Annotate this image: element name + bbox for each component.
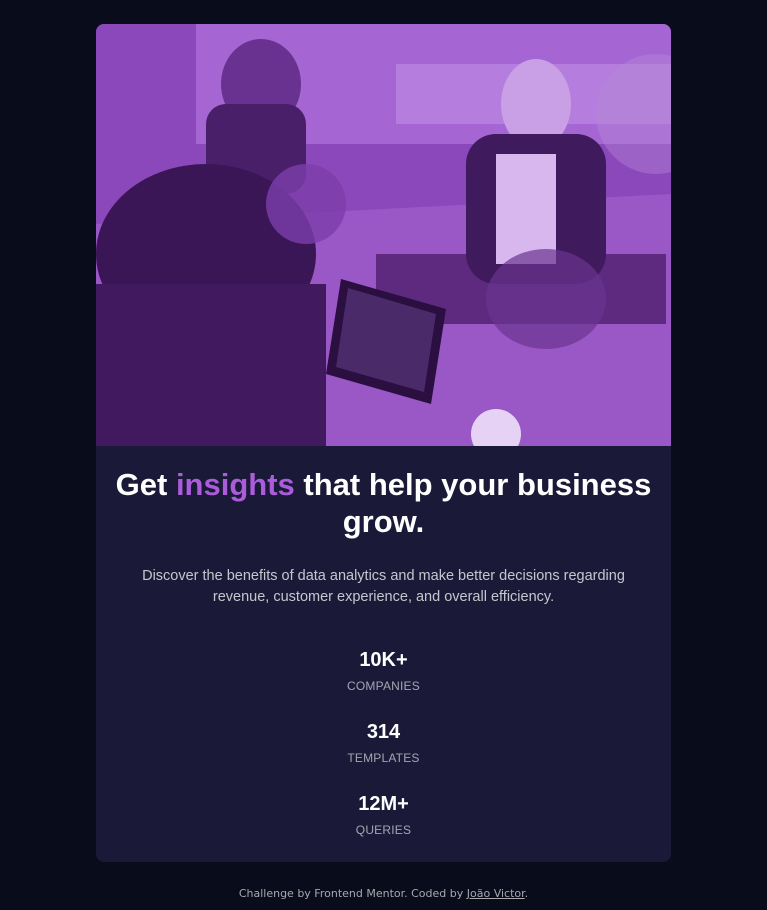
stat-label: COMPANIES bbox=[347, 679, 420, 693]
description: Discover the benefits of data analytics … bbox=[142, 568, 625, 605]
attribution: Challenge by Frontend Mentor. Coded by J… bbox=[0, 887, 767, 900]
stat-label: QUERIES bbox=[355, 823, 412, 837]
headline: Get insights that help your business gro… bbox=[96, 446, 671, 540]
hero-image bbox=[96, 24, 671, 446]
attribution-text: Challenge by Frontend Mentor. Coded by bbox=[238, 887, 467, 900]
stat-value: 10K+ bbox=[359, 649, 408, 671]
attribution-end: . bbox=[524, 887, 529, 900]
stat-companies: 10K+ COMPANIES bbox=[96, 648, 671, 720]
office-photo-illustration bbox=[96, 24, 671, 446]
headline-start: Get bbox=[115, 467, 176, 502]
card-content: Get insights that help your business gro… bbox=[96, 446, 671, 862]
stat-queries: 12M+ QUERIES bbox=[96, 792, 671, 862]
stat-label: TEMPLATES bbox=[347, 751, 420, 765]
stats-preview-card: Get insights that help your business gro… bbox=[96, 24, 671, 862]
headline-accent: insights bbox=[175, 467, 295, 502]
stats-list: 10K+ COMPANIES 314 TEMPLATES 12M+ QUERIE… bbox=[96, 648, 671, 862]
stat-templates: 314 TEMPLATES bbox=[96, 720, 671, 792]
author-link[interactable]: João Victor bbox=[467, 887, 525, 900]
stat-value: 12M+ bbox=[358, 793, 409, 815]
stat-value: 314 bbox=[366, 721, 401, 743]
headline-end: that help your business grow. bbox=[294, 467, 652, 539]
